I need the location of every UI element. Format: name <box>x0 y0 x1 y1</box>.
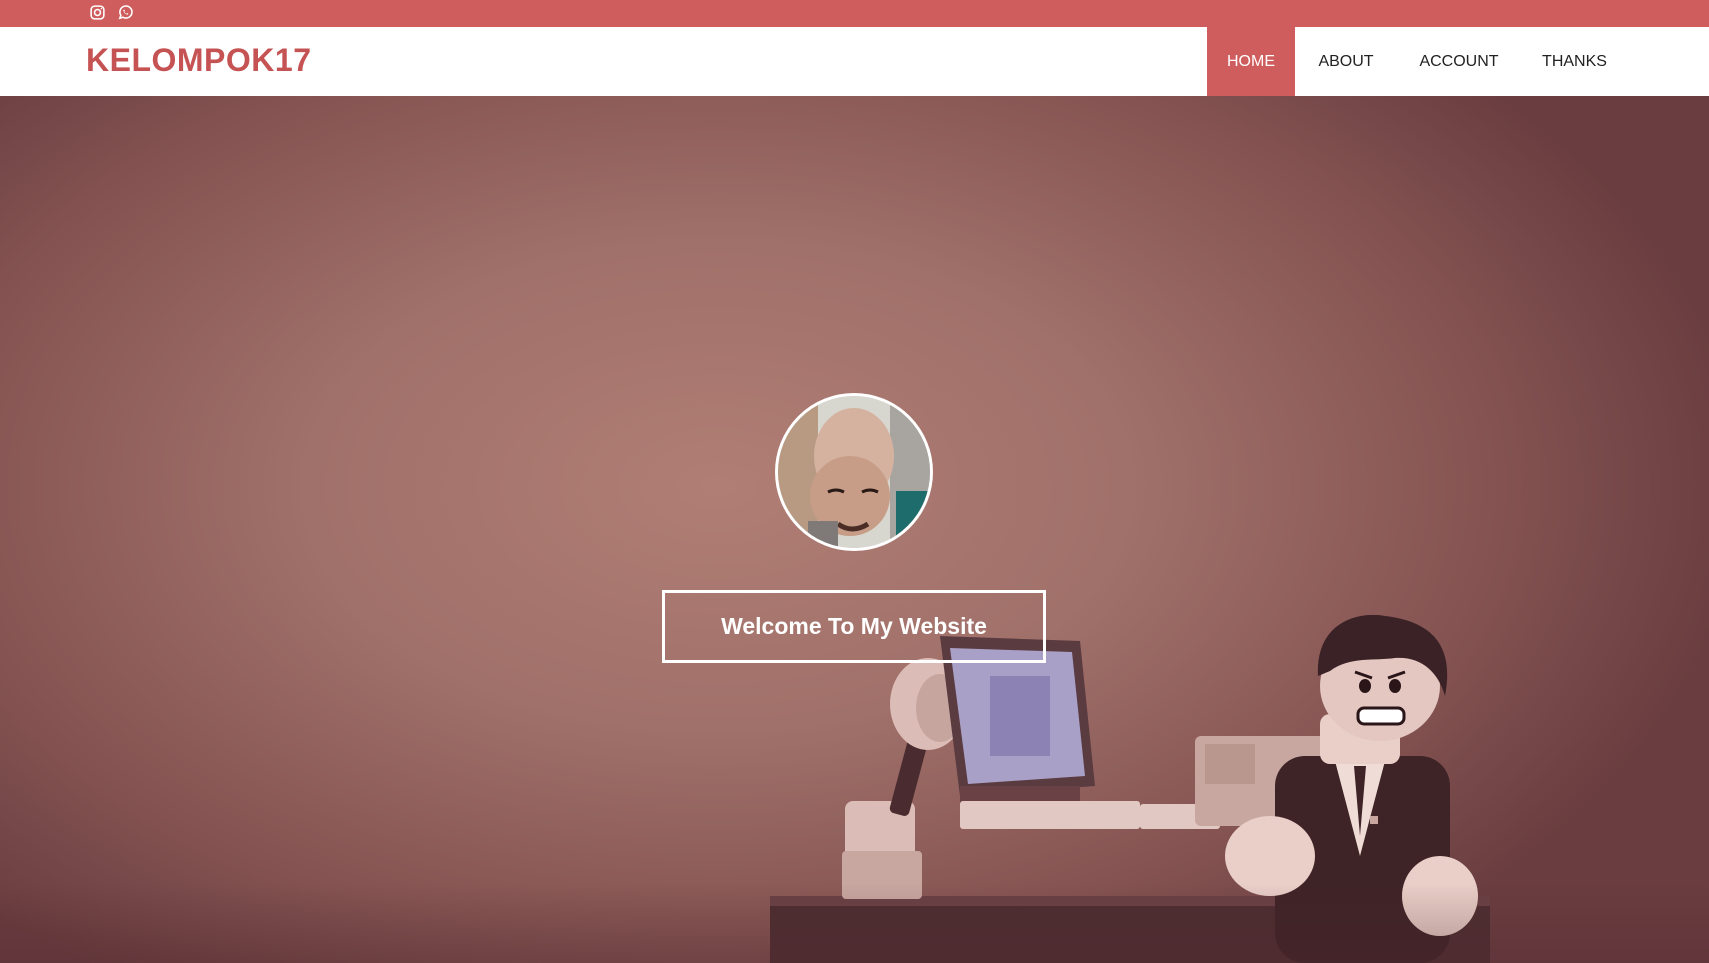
nav-account[interactable]: ACCOUNT <box>1397 27 1521 96</box>
brand-logo[interactable]: KELOMPOK17 <box>86 42 311 79</box>
nav-home[interactable]: HOME <box>1207 27 1295 96</box>
keyboard <box>960 801 1140 829</box>
welcome-button[interactable]: Welcome To My Website <box>662 590 1046 663</box>
nav-about[interactable]: ABOUT <box>1295 27 1397 96</box>
instagram-icon[interactable] <box>89 4 106 21</box>
bottom-shade <box>0 883 1709 963</box>
whatsapp-icon[interactable] <box>117 4 134 21</box>
hero-section: Welcome To My Website <box>0 96 1709 963</box>
nav-thanks[interactable]: THANKS <box>1521 27 1628 96</box>
navbar: KELOMPOK17 HOME ABOUT ACCOUNT THANKS <box>0 27 1709 96</box>
avatar <box>775 393 933 551</box>
top-bar <box>0 0 1709 27</box>
profile-photo <box>778 396 930 548</box>
nav-menu: HOME ABOUT ACCOUNT THANKS <box>1207 27 1709 96</box>
